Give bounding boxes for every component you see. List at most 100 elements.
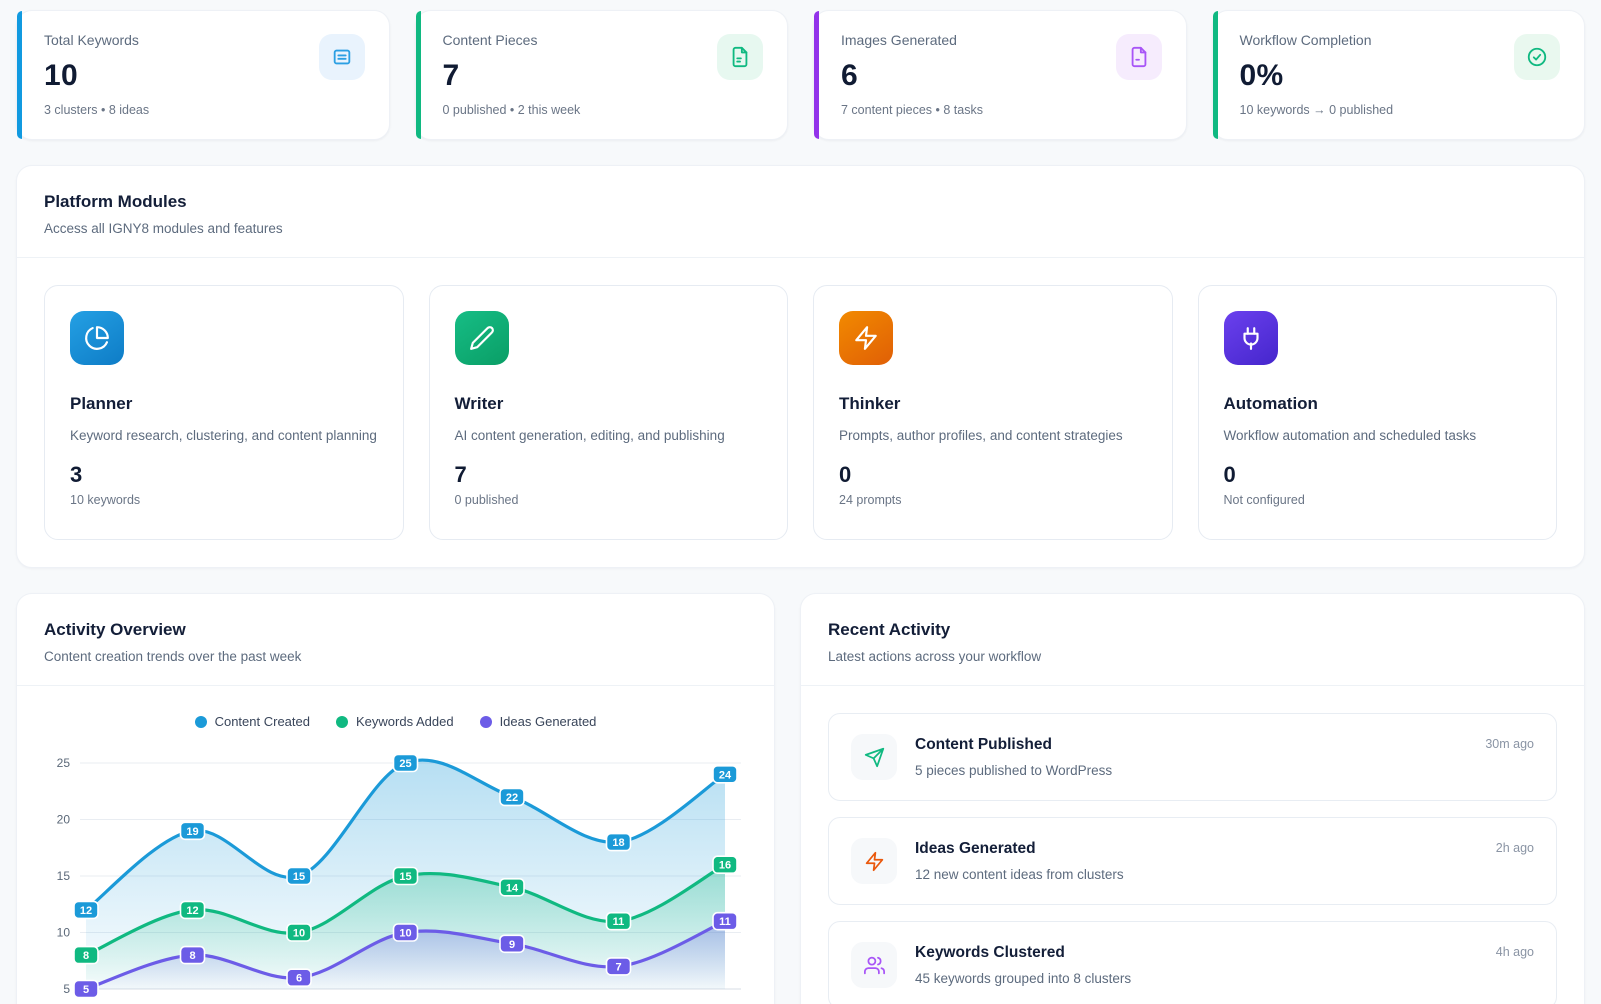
svg-text:20: 20 xyxy=(57,813,71,827)
module-name: Planner xyxy=(70,394,378,414)
zap-icon xyxy=(839,311,893,365)
file-text-icon xyxy=(717,34,763,80)
activity-line-chart: 510152025MonTueWedThuFriSatSun1219152522… xyxy=(44,741,749,1004)
module-value: 3 xyxy=(70,462,378,488)
recent-item-description: 12 new content ideas from clusters xyxy=(915,867,1478,882)
stat-label: Images Generated xyxy=(841,32,983,48)
platform-modules-header: Platform Modules Access all IGNY8 module… xyxy=(17,166,1584,257)
panel-subtitle: Access all IGNY8 modules and features xyxy=(44,221,1557,236)
recent-item-time: 4h ago xyxy=(1496,942,1534,959)
module-subtext: 10 keywords xyxy=(70,493,378,507)
recent-item-keywords-clustered[interactable]: Keywords Clustered 45 keywords grouped i… xyxy=(828,921,1557,1004)
module-name: Thinker xyxy=(839,394,1147,414)
plug-icon xyxy=(1224,311,1278,365)
module-name: Writer xyxy=(455,394,763,414)
svg-text:11: 11 xyxy=(719,916,731,928)
module-value: 7 xyxy=(455,462,763,488)
svg-text:18: 18 xyxy=(612,837,624,849)
accent-bar xyxy=(1213,11,1218,139)
svg-text:22: 22 xyxy=(506,792,518,804)
svg-text:12: 12 xyxy=(186,905,198,917)
module-description: Workflow automation and scheduled tasks xyxy=(1224,425,1532,447)
panel-subtitle: Content creation trends over the past we… xyxy=(44,649,747,664)
legend-item-ideas-generated[interactable]: Ideas Generated xyxy=(480,714,597,729)
accent-bar xyxy=(17,11,22,139)
stats-row: Total Keywords 10 3 clusters • 8 ideas C… xyxy=(16,10,1585,140)
legend-label: Keywords Added xyxy=(356,714,454,729)
check-circle-icon xyxy=(1514,34,1560,80)
platform-modules-panel: Platform Modules Access all IGNY8 module… xyxy=(16,165,1585,568)
legend-label: Ideas Generated xyxy=(500,714,597,729)
svg-text:11: 11 xyxy=(613,916,625,928)
legend-label: Content Created xyxy=(215,714,310,729)
svg-text:10: 10 xyxy=(57,926,71,940)
recent-activity-header: Recent Activity Latest actions across yo… xyxy=(801,594,1584,685)
activity-overview-panel: Activity Overview Content creation trend… xyxy=(16,593,775,1004)
svg-text:15: 15 xyxy=(57,869,71,883)
stat-card-total-keywords: Total Keywords 10 3 clusters • 8 ideas xyxy=(16,10,390,140)
module-description: Keyword research, clustering, and conten… xyxy=(70,425,378,447)
module-card-writer[interactable]: Writer AI content generation, editing, a… xyxy=(429,285,789,540)
svg-text:16: 16 xyxy=(719,860,731,872)
legend-dot xyxy=(480,716,492,728)
module-name: Automation xyxy=(1224,394,1532,414)
accent-bar xyxy=(416,11,421,139)
stat-value: 7 xyxy=(443,59,581,93)
svg-text:15: 15 xyxy=(399,871,411,883)
recent-item-ideas-generated[interactable]: Ideas Generated 12 new content ideas fro… xyxy=(828,817,1557,905)
legend-item-keywords-added[interactable]: Keywords Added xyxy=(336,714,454,729)
zap-icon xyxy=(851,838,897,884)
recent-item-time: 2h ago xyxy=(1496,838,1534,855)
svg-text:10: 10 xyxy=(399,928,411,940)
recent-item-content-published[interactable]: Content Published 5 pieces published to … xyxy=(828,713,1557,801)
stat-value: 0% xyxy=(1240,59,1394,93)
stat-subtext: 7 content pieces • 8 tasks xyxy=(841,103,983,117)
stat-subtext: 3 clusters • 8 ideas xyxy=(44,103,149,117)
module-subtext: 0 published xyxy=(455,493,763,507)
svg-text:6: 6 xyxy=(296,973,302,985)
send-icon xyxy=(851,734,897,780)
recent-item-description: 5 pieces published to WordPress xyxy=(915,763,1467,778)
module-subtext: Not configured xyxy=(1224,493,1532,507)
recent-activity-list: Content Published 5 pieces published to … xyxy=(801,686,1584,1004)
module-value: 0 xyxy=(1224,462,1532,488)
legend-dot xyxy=(336,716,348,728)
svg-text:24: 24 xyxy=(719,769,732,781)
list-icon xyxy=(319,34,365,80)
panel-title: Platform Modules xyxy=(44,192,1557,212)
bottom-row: Activity Overview Content creation trend… xyxy=(16,593,1585,1004)
recent-item-title: Keywords Clustered xyxy=(915,944,1478,962)
svg-text:7: 7 xyxy=(615,961,621,973)
modules-grid: Planner Keyword research, clustering, an… xyxy=(17,258,1584,567)
module-card-thinker[interactable]: Thinker Prompts, author profiles, and co… xyxy=(813,285,1173,540)
svg-text:15: 15 xyxy=(293,871,305,883)
module-description: AI content generation, editing, and publ… xyxy=(455,425,763,447)
svg-text:8: 8 xyxy=(83,950,89,962)
panel-title: Activity Overview xyxy=(44,620,747,640)
panel-title: Recent Activity xyxy=(828,620,1557,640)
module-description: Prompts, author profiles, and content st… xyxy=(839,425,1147,447)
legend-item-content-created[interactable]: Content Created xyxy=(195,714,310,729)
dashboard-page: Total Keywords 10 3 clusters • 8 ideas C… xyxy=(0,0,1601,1004)
activity-chart-area: Content Created Keywords Added Ideas Gen… xyxy=(17,686,774,1004)
stat-card-content-pieces: Content Pieces 7 0 published • 2 this we… xyxy=(415,10,789,140)
stat-subtext: 10 keywords → 0 published xyxy=(1240,103,1394,117)
svg-text:25: 25 xyxy=(57,756,71,770)
activity-overview-header: Activity Overview Content creation trend… xyxy=(17,594,774,685)
stat-card-workflow-completion: Workflow Completion 0% 10 keywords → 0 p… xyxy=(1212,10,1586,140)
module-card-automation[interactable]: Automation Workflow automation and sched… xyxy=(1198,285,1558,540)
svg-text:9: 9 xyxy=(509,939,515,951)
module-card-planner[interactable]: Planner Keyword research, clustering, an… xyxy=(44,285,404,540)
recent-activity-panel: Recent Activity Latest actions across yo… xyxy=(800,593,1585,1004)
users-icon xyxy=(851,942,897,988)
stat-card-images-generated: Images Generated 6 7 content pieces • 8 … xyxy=(813,10,1187,140)
pencil-icon xyxy=(455,311,509,365)
recent-item-title: Ideas Generated xyxy=(915,840,1478,858)
stat-subtext: 0 published • 2 this week xyxy=(443,103,581,117)
module-subtext: 24 prompts xyxy=(839,493,1147,507)
recent-item-time: 30m ago xyxy=(1485,734,1534,751)
svg-text:14: 14 xyxy=(506,882,519,894)
accent-bar xyxy=(814,11,819,139)
stat-value: 6 xyxy=(841,59,983,93)
chart-legend: Content Created Keywords Added Ideas Gen… xyxy=(44,714,747,729)
